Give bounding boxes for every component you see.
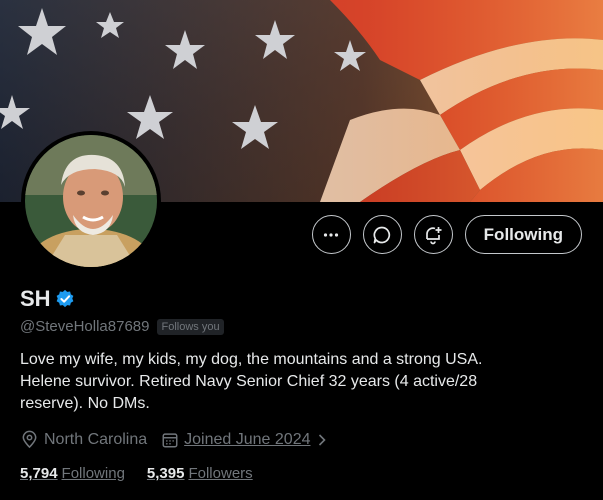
profile-info: SH @SteveHolla87689 Follows you Love my … — [20, 286, 590, 482]
verified-badge-icon[interactable] — [55, 289, 75, 309]
location-pin-icon — [22, 430, 37, 449]
display-name: SH — [20, 286, 51, 311]
bio: Love my wife, my kids, my dog, the mount… — [20, 349, 580, 415]
message-button[interactable] — [362, 215, 402, 254]
avatar — [25, 135, 157, 267]
user-handle: @SteveHolla87689 — [20, 318, 150, 335]
follows-you-badge: Follows you — [157, 318, 224, 335]
bio-line: Helene survivor. Retired Navy Senior Chi… — [20, 373, 478, 390]
handle-row: @SteveHolla87689 Follows you — [20, 318, 590, 335]
more-button[interactable] — [311, 215, 351, 254]
more-icon — [324, 232, 339, 237]
joined-text[interactable]: Joined June 2024 — [184, 431, 310, 449]
followers-count: 5,395 — [146, 465, 185, 482]
bell-plus-icon — [426, 226, 442, 244]
follow-stats: 5,794 Following 5,395 Followers — [20, 465, 590, 482]
location: North Carolina — [20, 430, 147, 449]
following-count: 5,794 — [20, 465, 58, 482]
notify-button[interactable] — [413, 215, 453, 254]
calendar-icon — [162, 432, 178, 447]
following-label: Following — [61, 465, 125, 482]
name-row: SH — [20, 286, 590, 312]
bio-line: Love my wife, my kids, my dog, the mount… — [20, 351, 483, 368]
message-icon — [373, 226, 391, 243]
following-button[interactable]: Following — [464, 215, 582, 254]
profile-meta: North Carolina Joined June 2024 — [20, 430, 590, 449]
following-count-link[interactable]: 5,794 Following — [20, 465, 125, 482]
bio-line: reserve). No DMs. — [20, 395, 150, 412]
profile-actions: Following — [311, 215, 582, 254]
chevron-right-icon — [319, 433, 327, 446]
followers-count-link[interactable]: 5,395 Followers — [147, 465, 253, 482]
location-text: North Carolina — [44, 430, 148, 448]
avatar-frame[interactable] — [21, 131, 161, 271]
joined-date[interactable]: Joined June 2024 — [161, 431, 329, 449]
followers-label: Followers — [188, 465, 253, 482]
